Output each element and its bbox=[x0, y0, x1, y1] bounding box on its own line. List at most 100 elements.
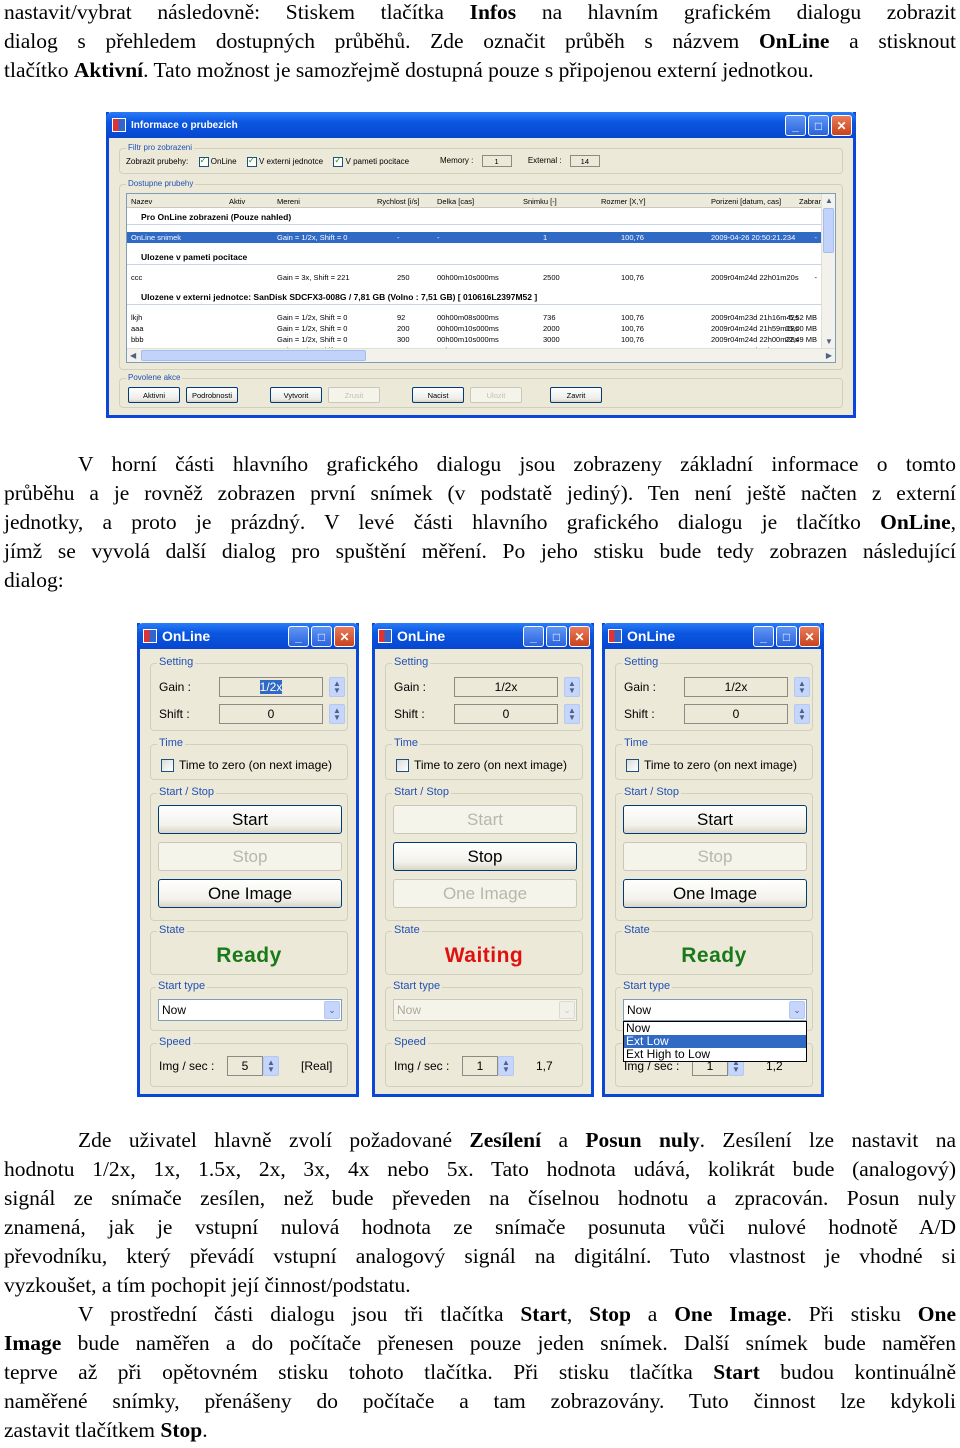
shift-field[interactable]: 0 bbox=[684, 704, 788, 724]
img-sec-spinner[interactable]: ▲ ▼ bbox=[498, 1056, 514, 1076]
action-button-zrusit[interactable]: Zrusit bbox=[328, 387, 380, 403]
maximize-icon[interactable]: □ bbox=[808, 115, 829, 136]
vertical-scroll-thumb[interactable] bbox=[823, 208, 834, 253]
close-icon[interactable]: ✕ bbox=[831, 115, 852, 136]
bold-term: One bbox=[917, 1302, 956, 1326]
img-sec-field[interactable]: 1 bbox=[462, 1056, 498, 1076]
state-group: State Waiting bbox=[385, 924, 583, 975]
vertical-scrollbar[interactable]: ▲ ▼ bbox=[821, 194, 835, 348]
table-cell: 100,76 bbox=[621, 273, 644, 282]
scroll-up-icon[interactable]: ▲ bbox=[825, 196, 833, 205]
scroll-down-icon[interactable]: ▼ bbox=[825, 337, 833, 346]
close-icon[interactable]: ✕ bbox=[334, 626, 355, 647]
action-button-podrobnosti[interactable]: Podrobnosti bbox=[186, 387, 238, 403]
online-dialog-titlebar[interactable]: OnLine _ □ ✕ bbox=[602, 623, 824, 649]
gain-spinner[interactable]: ▲ ▼ bbox=[564, 677, 580, 697]
shift-field[interactable]: 0 bbox=[219, 704, 323, 724]
action-button-vytvorit[interactable]: Vytvorit bbox=[270, 387, 322, 403]
filter-memory-checkbox[interactable]: V pameti pocitace bbox=[333, 155, 409, 167]
dropdown-arrow-icon[interactable]: ⌄ bbox=[559, 1001, 575, 1019]
spin-down-icon[interactable]: ▼ bbox=[267, 1066, 275, 1074]
dropdown-option[interactable]: Ext High to Low bbox=[624, 1048, 806, 1061]
time-to-zero-checkbox[interactable] bbox=[626, 759, 639, 772]
shift-spinner[interactable]: ▲ ▼ bbox=[564, 704, 580, 724]
text-line: nastavit/vybrat následovně: Stiskem tlač… bbox=[4, 0, 956, 24]
time-to-zero-checkbox[interactable] bbox=[161, 759, 174, 772]
spin-down-icon[interactable]: ▼ bbox=[333, 714, 341, 722]
minimize-icon[interactable]: _ bbox=[785, 115, 806, 136]
gain-spinner[interactable]: ▲ ▼ bbox=[329, 677, 345, 697]
start-button[interactable]: Start bbox=[158, 805, 342, 834]
records-listview[interactable]: Nazev Aktiv Mereni Rychlost [i/s] Delka [cas… bbox=[126, 193, 836, 363]
shift-spinner[interactable]: ▲ ▼ bbox=[794, 704, 810, 724]
start-type-select[interactable]: Now ⌄ bbox=[393, 999, 577, 1021]
time-to-zero-checkbox[interactable] bbox=[396, 759, 409, 772]
table-row[interactable]: ccc Gain = 3x, Shift = 221 250 00h00m10s000… bbox=[127, 272, 821, 283]
spin-down-icon[interactable]: ▼ bbox=[568, 687, 576, 695]
spin-down-icon[interactable]: ▼ bbox=[732, 1066, 740, 1074]
one-image-button[interactable]: One Image bbox=[623, 879, 807, 908]
table-row[interactable]: OnLine snimek Gain = 1/2x, Shift = 0 - - 1 10… bbox=[127, 232, 821, 243]
gain-field[interactable]: 1/2x bbox=[454, 677, 558, 697]
maximize-icon[interactable]: □ bbox=[546, 626, 567, 647]
close-icon[interactable]: ✕ bbox=[569, 626, 590, 647]
filter-external-checkbox[interactable]: V externi jednotce bbox=[246, 155, 323, 167]
scroll-left-icon[interactable]: ◀ bbox=[130, 351, 136, 360]
spin-down-icon[interactable]: ▼ bbox=[798, 687, 806, 695]
text-line: V horní části hlavního grafického dialog… bbox=[78, 452, 956, 476]
start-type-dropdown-list[interactable]: Now Ext Low Ext High to Low bbox=[623, 1021, 807, 1062]
column-header[interactable]: Aktiv bbox=[229, 197, 245, 206]
column-header[interactable]: Rychlost [i/s] bbox=[377, 197, 420, 206]
gain-field[interactable]: 1/2x bbox=[684, 677, 788, 697]
online-dialog-titlebar[interactable]: OnLine _ □ ✕ bbox=[137, 623, 359, 649]
stop-button[interactable]: Stop bbox=[393, 842, 577, 871]
maximize-icon[interactable]: □ bbox=[311, 626, 332, 647]
one-image-button[interactable]: One Image bbox=[393, 879, 577, 908]
table-row[interactable]: bbb Gain = 1/2x, Shift = 0 300 00h00m10s000… bbox=[127, 334, 821, 345]
time-to-zero-label: Time to zero (on next image) bbox=[414, 758, 567, 772]
shift-field[interactable]: 0 bbox=[454, 704, 558, 724]
maximize-icon[interactable]: □ bbox=[776, 626, 797, 647]
column-header[interactable]: Nazev bbox=[131, 197, 152, 206]
horizontal-scrollbar[interactable]: ◀ ▶ bbox=[127, 348, 835, 362]
spin-down-icon[interactable]: ▼ bbox=[568, 714, 576, 722]
scroll-right-icon[interactable]: ▶ bbox=[826, 351, 832, 360]
spin-down-icon[interactable]: ▼ bbox=[798, 714, 806, 722]
one-image-button[interactable]: One Image bbox=[158, 879, 342, 908]
table-row[interactable]: aaa Gain = 1/2x, Shift = 0 200 00h00m10s000… bbox=[127, 323, 821, 334]
minimize-icon[interactable]: _ bbox=[753, 626, 774, 647]
dropdown-arrow-icon[interactable]: ⌄ bbox=[324, 1001, 340, 1019]
spin-down-icon[interactable]: ▼ bbox=[502, 1066, 510, 1074]
minimize-icon[interactable]: _ bbox=[288, 626, 309, 647]
info-dialog-titlebar[interactable]: Informace o prubezich _ □ ✕ bbox=[106, 112, 856, 138]
start-button[interactable]: Start bbox=[393, 805, 577, 834]
img-sec-field[interactable]: 5 bbox=[227, 1056, 263, 1076]
action-button-ulozit[interactable]: Ulozit bbox=[470, 387, 522, 403]
action-button-aktivni[interactable]: Aktivni bbox=[128, 387, 180, 403]
start-button[interactable]: Start bbox=[623, 805, 807, 834]
column-header[interactable]: Rozmer [X,Y] bbox=[601, 197, 646, 206]
close-icon[interactable]: ✕ bbox=[799, 626, 820, 647]
column-header[interactable]: Porizeni [datum, cas] bbox=[711, 197, 781, 206]
gain-spinner[interactable]: ▲ ▼ bbox=[794, 677, 810, 697]
action-button-nacist[interactable]: Nacist bbox=[412, 387, 464, 403]
online-dialog-titlebar[interactable]: OnLine _ □ ✕ bbox=[372, 623, 594, 649]
img-sec-spinner[interactable]: ▲ ▼ bbox=[263, 1056, 279, 1076]
dropdown-arrow-icon[interactable]: ⌄ bbox=[789, 1001, 805, 1019]
table-row[interactable]: lkjh Gain = 1/2x, Shift = 0 92 00h00m08s000… bbox=[127, 312, 821, 323]
horizontal-scroll-thumb[interactable] bbox=[141, 350, 366, 361]
column-header[interactable]: Snimku [-] bbox=[523, 197, 557, 206]
filter-online-checkbox[interactable]: OnLine bbox=[198, 155, 237, 167]
start-type-select[interactable]: Now ⌄ bbox=[158, 999, 342, 1021]
spin-down-icon[interactable]: ▼ bbox=[333, 687, 341, 695]
column-header[interactable]: Mereni bbox=[277, 197, 300, 206]
column-header[interactable]: Delka [cas] bbox=[437, 197, 474, 206]
time-to-zero-label: Time to zero (on next image) bbox=[644, 758, 797, 772]
minimize-icon[interactable]: _ bbox=[523, 626, 544, 647]
action-button-zavrit[interactable]: Zavrit bbox=[550, 387, 602, 403]
start-type-select[interactable]: Now ⌄ bbox=[623, 999, 807, 1021]
stop-button[interactable]: Stop bbox=[158, 842, 342, 871]
stop-button[interactable]: Stop bbox=[623, 842, 807, 871]
shift-spinner[interactable]: ▲ ▼ bbox=[329, 704, 345, 724]
gain-field[interactable]: 1/2x bbox=[219, 677, 323, 697]
